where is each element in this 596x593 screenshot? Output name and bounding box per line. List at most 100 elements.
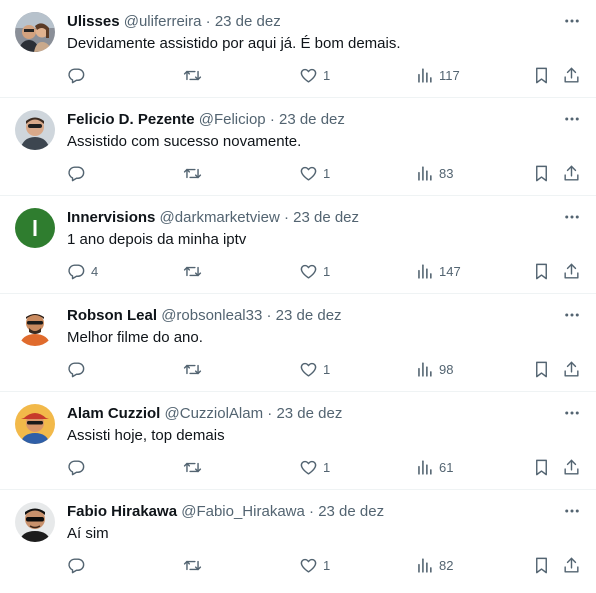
author-handle[interactable]: @Feliciop (199, 111, 266, 128)
more-horizontal-icon (565, 215, 579, 219)
reply-button[interactable] (67, 358, 91, 380)
views-count: 117 (439, 67, 460, 83)
reply-button[interactable]: 4 (67, 260, 98, 282)
bookmark-button[interactable] (532, 162, 551, 184)
bookmark-icon (536, 263, 547, 279)
replies-feed: Ulisses @uliferreira · 23 de dez Devidam… (0, 0, 596, 592)
more-horizontal-icon (565, 19, 579, 23)
tweet-date[interactable]: 23 de dez (215, 13, 281, 30)
retweet-button[interactable] (183, 260, 207, 282)
author-name[interactable]: Innervisions (67, 209, 155, 226)
tweet[interactable]: Robson Leal @robsonleal33 · 23 de dez Me… (0, 294, 596, 392)
like-count: 1 (323, 67, 331, 83)
tweet-actions: 1 82 (0, 554, 596, 576)
avatar[interactable] (15, 110, 55, 150)
more-options-button[interactable] (561, 500, 583, 522)
views-button[interactable]: 83 (415, 162, 453, 184)
avatar[interactable] (15, 306, 55, 346)
bookmark-button[interactable] (532, 554, 551, 576)
share-button[interactable] (562, 554, 581, 576)
author-name[interactable]: Felicio D. Pezente (67, 111, 195, 128)
more-options-button[interactable] (561, 108, 583, 130)
author-handle[interactable]: @uliferreira (124, 13, 202, 30)
share-icon (564, 263, 579, 279)
tweet-header: Alam Cuzziol @CuzziolAlam · 23 de dez (67, 404, 342, 424)
more-options-button[interactable] (561, 206, 583, 228)
retweet-button[interactable] (183, 64, 207, 86)
share-icon (564, 361, 579, 377)
tweet[interactable]: Ulisses @uliferreira · 23 de dez Devidam… (0, 0, 596, 98)
tweet[interactable]: Felicio D. Pezente @Feliciop · 23 de dez… (0, 98, 596, 196)
avatar[interactable] (15, 404, 55, 444)
share-button[interactable] (562, 260, 581, 282)
tweet[interactable]: Innervisions @darkmarketview · 23 de dez… (0, 196, 596, 294)
heart-icon (300, 362, 317, 377)
reply-button[interactable] (67, 554, 91, 576)
retweet-button[interactable] (183, 358, 207, 380)
tweet-date[interactable]: 23 de dez (276, 405, 342, 422)
author-handle[interactable]: @darkmarketview (160, 209, 280, 226)
retweet-button[interactable] (183, 456, 207, 478)
author-name[interactable]: Robson Leal (67, 307, 157, 324)
like-count: 1 (323, 459, 331, 475)
author-handle[interactable]: @CuzziolAlam (165, 405, 264, 422)
tweet-date[interactable]: 23 de dez (279, 111, 345, 128)
reply-icon (68, 67, 85, 83)
author-name[interactable]: Fabio Hirakawa (67, 503, 177, 520)
tweet-header: Fabio Hirakawa @Fabio_Hirakawa · 23 de d… (67, 502, 384, 522)
reply-count: 4 (91, 263, 99, 279)
like-button[interactable]: 1 (299, 260, 330, 282)
share-button[interactable] (562, 64, 581, 86)
share-button[interactable] (562, 162, 581, 184)
reply-button[interactable] (67, 64, 91, 86)
reply-button[interactable] (67, 162, 91, 184)
views-button[interactable]: 82 (415, 554, 453, 576)
author-handle[interactable]: @Fabio_Hirakawa (181, 503, 305, 520)
share-button[interactable] (562, 456, 581, 478)
separator: · (205, 13, 211, 30)
tweet[interactable]: Alam Cuzziol @CuzziolAlam · 23 de dez As… (0, 392, 596, 490)
more-options-button[interactable] (561, 402, 583, 424)
tweet-date[interactable]: 23 de dez (318, 503, 384, 520)
reply-icon (68, 361, 85, 377)
reply-icon (68, 459, 85, 475)
tweet-date[interactable]: 23 de dez (293, 209, 359, 226)
views-count: 98 (439, 361, 454, 377)
bookmark-button[interactable] (532, 260, 551, 282)
like-button[interactable]: 1 (299, 358, 330, 380)
retweet-button[interactable] (183, 162, 207, 184)
author-name[interactable]: Alam Cuzziol (67, 405, 160, 422)
tweet-text: Aí sim (67, 525, 109, 542)
tweet-text: 1 ano depois da minha iptv (67, 231, 247, 248)
tweet-date[interactable]: 23 de dez (276, 307, 342, 324)
bookmark-button[interactable] (532, 64, 551, 86)
avatar[interactable] (15, 502, 55, 542)
more-options-button[interactable] (561, 10, 583, 32)
tweet-actions: 1 98 (0, 358, 596, 380)
tweet-actions: 1 61 (0, 456, 596, 478)
avatar[interactable] (15, 208, 55, 248)
like-button[interactable]: 1 (299, 456, 330, 478)
views-button[interactable]: 147 (415, 260, 461, 282)
views-bar-chart-icon (418, 165, 432, 181)
author-handle[interactable]: @robsonleal33 (161, 307, 262, 324)
bookmark-icon (536, 67, 547, 83)
views-button[interactable]: 117 (415, 64, 460, 86)
author-name[interactable]: Ulisses (67, 13, 120, 30)
views-button[interactable]: 98 (415, 358, 453, 380)
tweet[interactable]: Fabio Hirakawa @Fabio_Hirakawa · 23 de d… (0, 490, 596, 592)
like-count: 1 (323, 165, 331, 181)
like-button[interactable]: 1 (299, 162, 330, 184)
tweet-text: Assisti hoje, top demais (67, 427, 225, 444)
share-button[interactable] (562, 358, 581, 380)
share-icon (564, 459, 579, 475)
avatar[interactable] (15, 12, 55, 52)
like-button[interactable]: 1 (299, 64, 330, 86)
views-button[interactable]: 61 (415, 456, 453, 478)
reply-button[interactable] (67, 456, 91, 478)
bookmark-button[interactable] (532, 456, 551, 478)
bookmark-button[interactable] (532, 358, 551, 380)
more-options-button[interactable] (561, 304, 583, 326)
retweet-button[interactable] (183, 554, 207, 576)
like-button[interactable]: 1 (299, 554, 330, 576)
